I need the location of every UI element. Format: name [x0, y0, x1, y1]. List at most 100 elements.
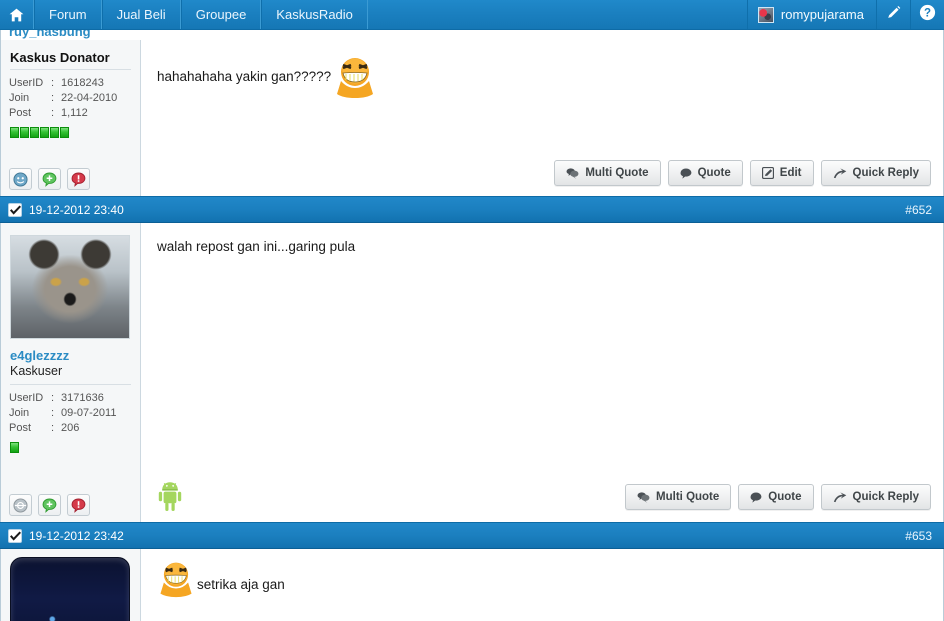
current-user-menu[interactable]: romypujarama [746, 0, 876, 29]
reputation-block [10, 127, 19, 138]
reputation-block [40, 127, 49, 138]
post-permalink-number[interactable]: #653 [905, 529, 932, 543]
button-label: Quick Reply [852, 167, 919, 179]
quote-button[interactable]: Quote [738, 484, 814, 510]
message-text: walah repost gan ini...garing pula [157, 239, 356, 254]
stat-label: UserID [9, 77, 44, 89]
nav-item-label: Forum [49, 7, 87, 22]
select-post-checkbox[interactable] [8, 202, 22, 217]
green-plus-bubble-icon [42, 498, 57, 513]
post-body: walah repost gan ini...garing pula Multi… [141, 223, 943, 522]
report-post-button[interactable] [67, 168, 90, 190]
nav-item-groupee[interactable]: Groupee [180, 0, 262, 29]
quick-reply-button[interactable]: Quick Reply [820, 160, 931, 186]
green-plus-bubble-icon [42, 172, 57, 187]
nav-item-forum[interactable]: Forum [34, 0, 102, 29]
stat-post: Post : 206 [9, 421, 132, 436]
stat-colon: : [51, 392, 55, 404]
reputation-bar [10, 442, 132, 453]
post-footer: Multi Quote Quote Edit Quick Reply [141, 154, 943, 196]
stat-value: 1618243 [61, 77, 104, 89]
stat-colon: : [51, 77, 55, 89]
button-label: Multi Quote [656, 491, 720, 503]
username-label[interactable]: e4glezzzz [10, 348, 132, 363]
stat-colon: : [51, 107, 55, 119]
reputation-block [50, 127, 59, 138]
give-reputation-button[interactable] [38, 494, 61, 516]
nav-left-group: Forum Jual Beli Groupee KaskusRadio [0, 0, 368, 29]
nav-item-kaskusradio[interactable]: KaskusRadio [261, 0, 368, 29]
userpanel: Kaskus Donator UserID : 1618243 Join : 2… [1, 40, 141, 196]
stat-value: 3171636 [61, 392, 104, 404]
stat-userid: UserID : 3171636 [9, 391, 132, 406]
reputation-block [30, 127, 39, 138]
post-action-buttons: Multi Quote Quote Edit Quick Reply [554, 160, 931, 186]
reputation-block [20, 127, 29, 138]
forum-thread-page: Forum Jual Beli Groupee KaskusRadio romy… [0, 0, 944, 621]
post-footer: Multi Quote Quote Quick Reply [141, 476, 943, 522]
message-text: hahahahaha yakin gan????? [157, 69, 332, 84]
report-post-button[interactable] [67, 494, 90, 516]
scrolled-partial-row: ruy_nasbung [0, 30, 944, 40]
stat-label: Post [9, 422, 32, 434]
post-header-bar: 19-12-2012 23:40 #652 [0, 196, 944, 223]
stat-label: Join [9, 92, 30, 104]
view-profile-button[interactable] [9, 494, 32, 516]
stat-value: 22-04-2010 [61, 92, 118, 104]
userpanel [1, 549, 141, 621]
stat-value: 1,112 [61, 107, 88, 119]
multi-quote-button[interactable]: Multi Quote [554, 160, 661, 186]
home-button[interactable] [0, 0, 34, 29]
username-label: romypujarama [780, 7, 864, 22]
post-body: setrika aja gan [141, 549, 943, 621]
post-row: Kaskus Donator UserID : 1618243 Join : 2… [0, 40, 944, 196]
profile-face-icon [13, 497, 28, 513]
user-stats: UserID : 3171636 Join : 09-07-2011 Post … [9, 391, 132, 436]
post-message: setrika aja gan [141, 549, 943, 621]
divider [10, 69, 131, 70]
stat-label: UserID [9, 392, 44, 404]
android-robot-icon [157, 482, 183, 512]
checked-checkbox-icon [9, 530, 21, 541]
button-label: Quote [768, 491, 802, 503]
view-profile-button[interactable] [9, 168, 32, 190]
reputation-bar [10, 127, 132, 138]
nav-item-label: Groupee [195, 7, 247, 22]
reputation-block [10, 442, 19, 453]
post-permalink-number[interactable]: #652 [905, 203, 932, 217]
stat-label: Post [9, 107, 32, 119]
pencil-icon [886, 5, 901, 25]
multi-quote-button[interactable]: Multi Quote [625, 484, 732, 510]
compose-button[interactable] [876, 0, 910, 29]
pencil-square-icon [761, 167, 774, 179]
give-reputation-button[interactable] [38, 168, 61, 190]
wolf-photo-avatar[interactable] [10, 235, 130, 339]
post-message: hahahahaha yakin gan????? [141, 40, 943, 154]
svg-text:?: ? [924, 7, 931, 19]
edit-button[interactable]: Edit [749, 160, 814, 186]
curved-arrow-icon [833, 167, 846, 178]
post-row: e4glezzzz Kaskuser UserID : 3171636 Join… [0, 223, 944, 522]
nav-item-label: Jual Beli [116, 7, 166, 22]
select-post-checkbox[interactable] [8, 528, 22, 543]
message-text: setrika aja gan [197, 577, 285, 592]
stat-colon: : [51, 422, 55, 434]
stat-join: Join : 09-07-2011 [9, 406, 132, 421]
button-label: Quick Reply [852, 491, 919, 503]
post-timestamp: 19-12-2012 23:42 [29, 528, 124, 543]
user-stats: UserID : 1618243 Join : 22-04-2010 Post … [9, 76, 132, 121]
checked-checkbox-icon [9, 204, 21, 215]
username-label: ruy_nasbung [9, 30, 91, 39]
reputation-block [60, 127, 69, 138]
help-button[interactable]: ? [910, 0, 944, 29]
top-navigation-bar: Forum Jual Beli Groupee KaskusRadio romy… [0, 0, 944, 30]
post-body: hahahahaha yakin gan????? Multi Quote Qu… [141, 40, 943, 196]
stat-value: 09-07-2011 [61, 407, 117, 419]
quote-button[interactable]: Quote [667, 160, 743, 186]
speech-bubble-icon [680, 168, 691, 179]
stat-value: 206 [61, 422, 80, 434]
nav-item-jual-beli[interactable]: Jual Beli [101, 0, 181, 29]
user-title: Kaskus Donator [10, 50, 110, 65]
smartphone-screenshot-avatar[interactable] [10, 557, 130, 621]
quick-reply-button[interactable]: Quick Reply [820, 484, 931, 510]
